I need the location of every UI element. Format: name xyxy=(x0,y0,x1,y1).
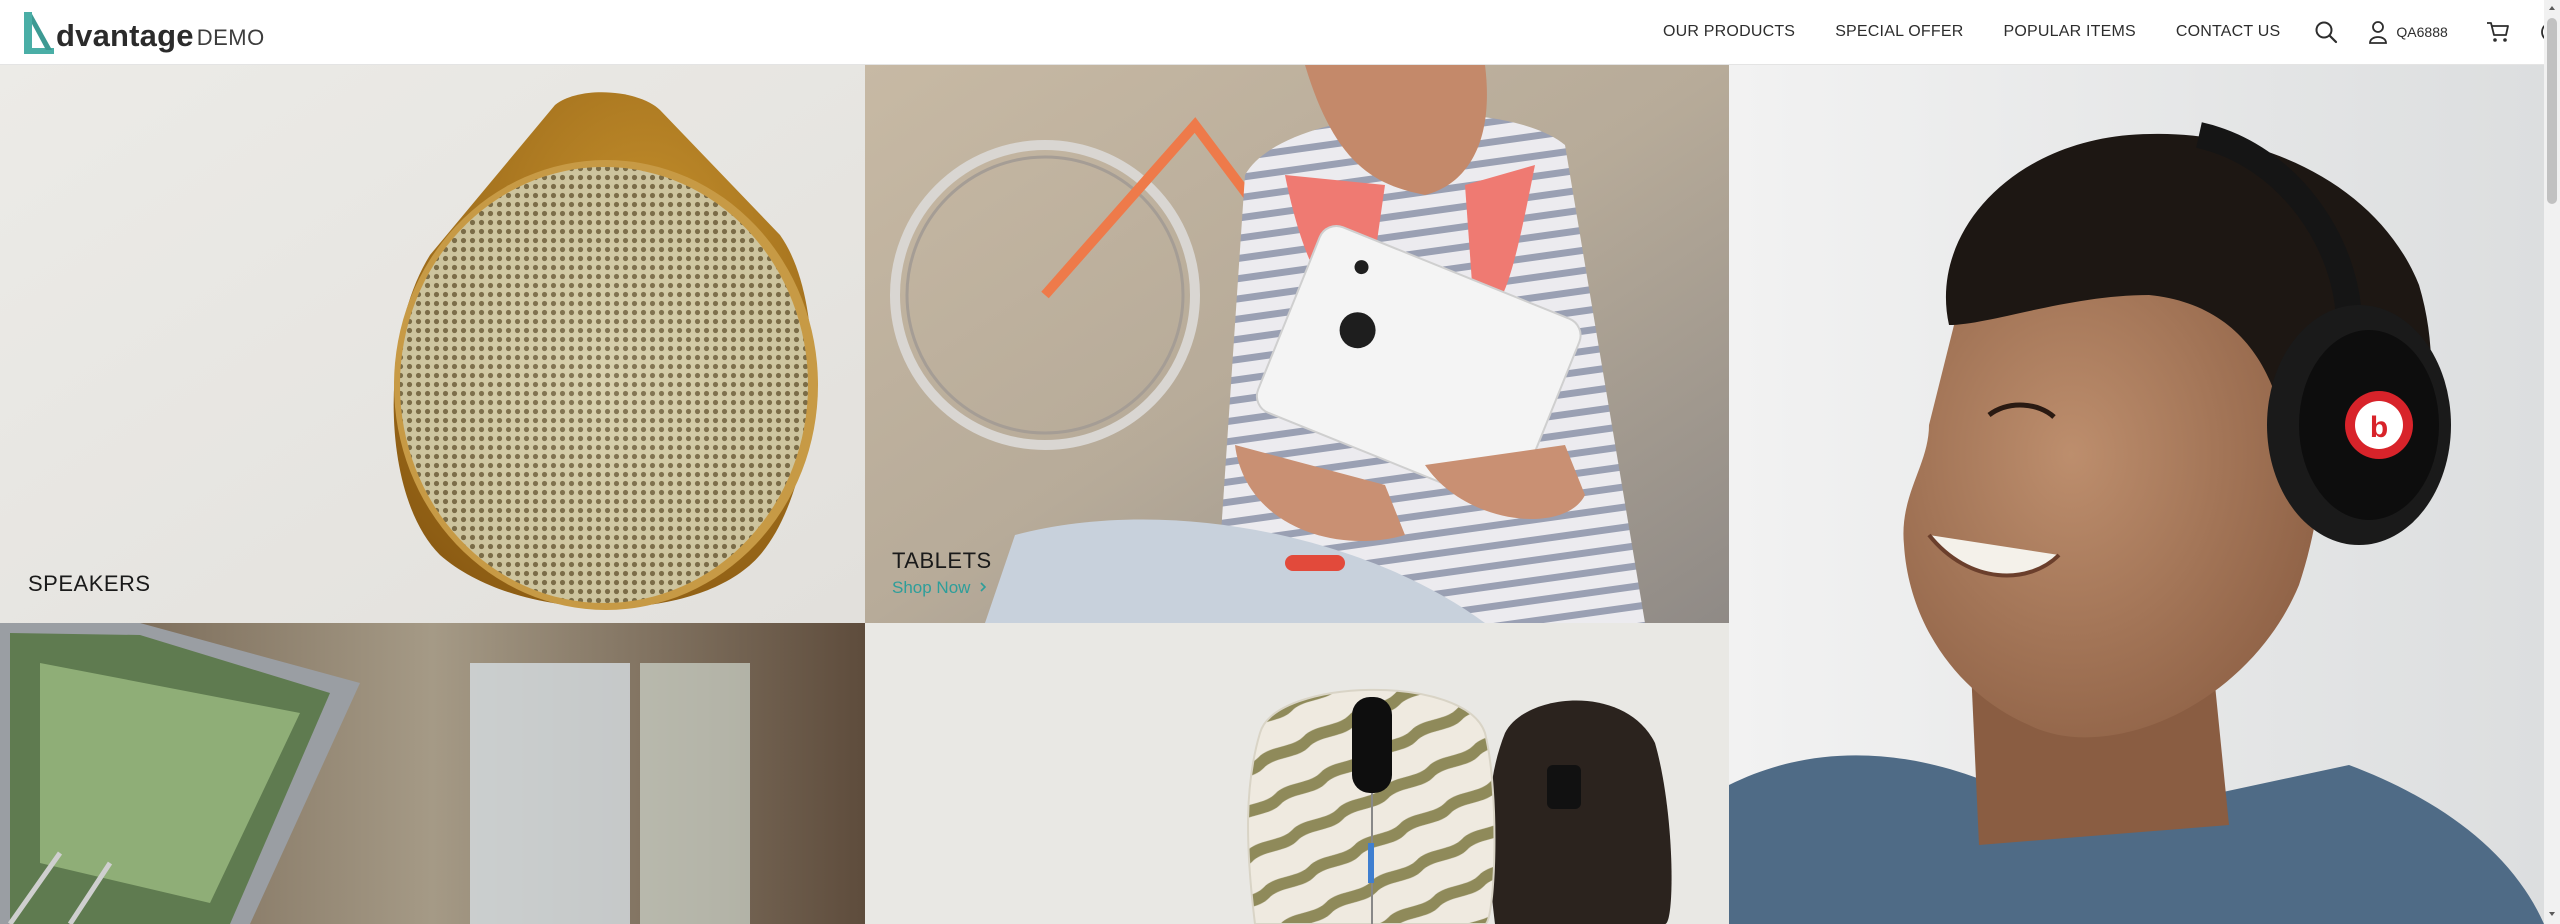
chevron-right-icon xyxy=(980,582,987,592)
scroll-down-arrow-icon[interactable] xyxy=(2548,910,2556,918)
tablets-shop-now-link[interactable]: Shop Now xyxy=(892,578,988,598)
nav-our-products[interactable]: OUR PRODUCTS xyxy=(1663,23,1795,41)
category-tile-laptops[interactable] xyxy=(0,623,865,924)
page-scrollbar[interactable] xyxy=(2544,0,2560,924)
search-icon[interactable] xyxy=(2314,20,2338,44)
nav-contact-us[interactable]: CONTACT US xyxy=(2176,23,2281,41)
svg-text:b: b xyxy=(2370,411,2388,444)
user-menu-button[interactable]: QA6888 xyxy=(2368,20,2448,44)
scrollbar-thumb[interactable] xyxy=(2547,18,2557,204)
logo-demo-label: DEMO xyxy=(196,25,265,50)
nav-popular-items[interactable]: POPULAR ITEMS xyxy=(2003,23,2135,41)
nav-special-offer[interactable]: SPECIAL OFFER xyxy=(1835,23,1963,41)
category-tile-mice[interactable] xyxy=(865,623,1729,924)
mice-image xyxy=(865,623,1729,924)
category-tile-speakers[interactable]: SPEAKERS xyxy=(0,65,865,623)
logo-mark-icon xyxy=(24,12,54,54)
category-tile-headphones[interactable]: b xyxy=(1729,65,2544,924)
tablet-image xyxy=(865,65,1729,623)
username-label: QA6888 xyxy=(2396,24,2448,40)
headphones-image: b xyxy=(1729,65,2544,924)
scroll-up-arrow-icon[interactable] xyxy=(2548,4,2556,12)
top-nav-bar: dvantage DEMO OUR PRODUCTS SPECIAL OFFER… xyxy=(0,0,2560,65)
user-icon xyxy=(2369,21,2388,44)
logo-word: dvantage xyxy=(56,18,194,53)
shop-now-label: Shop Now xyxy=(892,578,971,597)
speakers-title: SPEAKERS xyxy=(28,571,151,596)
cart-icon[interactable] xyxy=(2486,20,2510,44)
category-tile-tablets[interactable]: TABLETS Shop Now xyxy=(865,65,1729,623)
main-navigation: OUR PRODUCTS SPECIAL OFFER POPULAR ITEMS… xyxy=(1663,0,2560,64)
tablets-title: TABLETS xyxy=(892,548,992,573)
speaker-image xyxy=(0,65,865,623)
laptop-image xyxy=(0,623,865,924)
advantage-logo[interactable]: dvantage DEMO xyxy=(22,10,265,56)
